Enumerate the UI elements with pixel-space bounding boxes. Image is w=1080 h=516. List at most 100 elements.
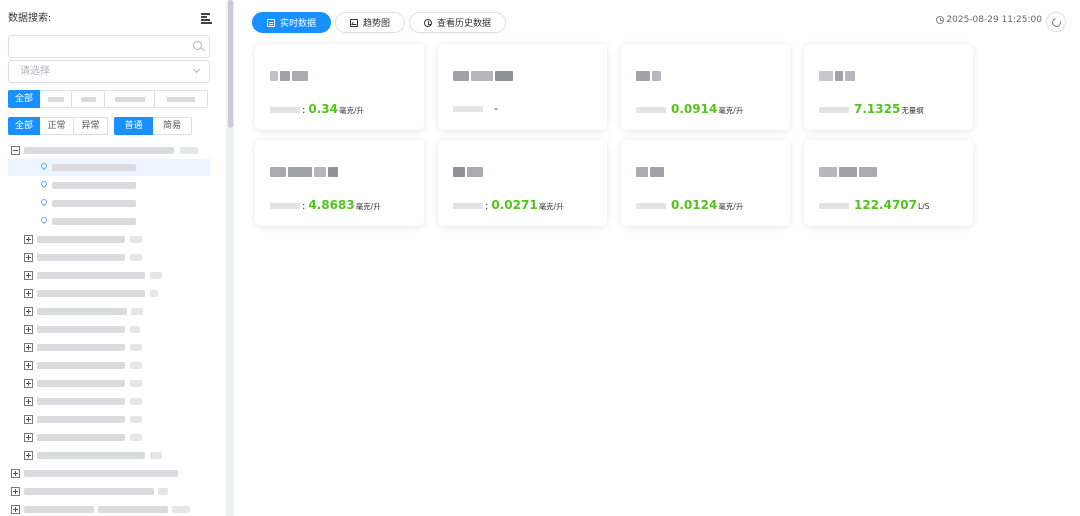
tree-node-label (130, 416, 142, 423)
view-mode-simple[interactable]: 简易 (153, 117, 192, 135)
expand-node-icon[interactable] (24, 307, 33, 316)
tree-node-label (37, 272, 145, 279)
metric-card[interactable]: - (438, 44, 607, 130)
tree-node[interactable] (0, 483, 222, 500)
expand-node-icon[interactable] (24, 235, 33, 244)
metric-value: 0.0124 (671, 198, 718, 212)
tree-leaf[interactable] (8, 159, 210, 176)
metric-card[interactable]: 0.0124 毫克/升 (621, 140, 790, 226)
metric-label (636, 203, 666, 209)
type-filter-option[interactable] (155, 90, 208, 108)
type-filter-option[interactable] (72, 90, 105, 108)
search-input[interactable] (8, 35, 210, 58)
status-filter-all[interactable]: 全部 (8, 117, 40, 135)
metric-value-row: : 0.0271 毫克/升 (453, 198, 564, 212)
tree-node-label (37, 308, 127, 315)
expand-node-icon[interactable] (24, 325, 33, 334)
metric-card[interactable]: 122.4707 L/S (804, 140, 973, 226)
tree-node-label (37, 290, 145, 297)
tree-node-label (24, 506, 94, 513)
expand-node-icon[interactable] (24, 397, 33, 406)
tree-node-label (150, 272, 162, 279)
metric-unit: 毫克/升 (718, 106, 744, 115)
tree-node[interactable] (0, 447, 222, 464)
tree-node[interactable] (0, 429, 222, 446)
metric-card[interactable]: 0.0914 毫克/升 (621, 44, 790, 130)
tree-node[interactable] (0, 393, 222, 410)
expand-node-icon[interactable] (11, 487, 20, 496)
clock-icon (936, 16, 945, 24)
tree-leaf[interactable] (8, 213, 210, 230)
metric-value: 0.0271 (491, 198, 538, 212)
tree-leaf[interactable] (8, 195, 210, 212)
expand-node-icon[interactable] (24, 343, 33, 352)
tree-node[interactable] (0, 142, 222, 159)
tree-node[interactable] (0, 267, 222, 284)
search-icon[interactable] (193, 41, 202, 50)
metric-title (819, 167, 879, 177)
metric-value-row: : 0.34 毫克/升 (270, 102, 364, 116)
clock-icon (424, 18, 433, 27)
timestamp-text: 2025-08-29 11:25:00 (946, 15, 1042, 25)
refresh-button[interactable] (1046, 12, 1066, 32)
tab-trend-chart[interactable]: 趋势图 (335, 12, 406, 33)
status-filter-abnormal[interactable]: 异常 (74, 117, 108, 135)
status-filter-normal[interactable]: 正常 (40, 117, 74, 135)
tree-leaf[interactable] (8, 177, 210, 194)
metric-colon: : (302, 201, 306, 212)
metric-unit: 毫克/升 (355, 202, 381, 211)
collapse-node-icon[interactable] (11, 146, 20, 155)
expand-node-icon[interactable] (24, 433, 33, 442)
expand-node-icon[interactable] (24, 379, 33, 388)
metric-value-row: 7.1325 无量纲 (819, 102, 924, 116)
tree-node[interactable] (0, 357, 222, 374)
tree-node-label (37, 326, 125, 333)
metric-unit: 无量纲 (901, 106, 924, 115)
tree-node[interactable] (0, 501, 222, 516)
type-filter-option[interactable] (105, 90, 155, 108)
collapse-menu-icon[interactable] (201, 13, 212, 24)
tree-node[interactable] (0, 303, 222, 320)
metric-title (270, 167, 340, 177)
main-panel: 实时数据 趋势图 查看历史数据 2025-08-29 11:25:00 : 0.… (240, 0, 1080, 516)
expand-node-icon[interactable] (11, 505, 20, 514)
location-pin-icon (39, 215, 49, 225)
tree-node-label (37, 236, 125, 243)
tree-leaf-label (52, 164, 136, 171)
metric-card[interactable]: : 0.0271 毫克/升 (438, 140, 607, 226)
expand-node-icon[interactable] (24, 415, 33, 424)
expand-node-icon[interactable] (24, 451, 33, 460)
tree-node[interactable] (0, 249, 222, 266)
tab-history-data[interactable]: 查看历史数据 (409, 12, 507, 33)
tree-node[interactable] (0, 375, 222, 392)
tree-node-label (130, 380, 142, 387)
blurred-label (167, 97, 195, 102)
tree-node[interactable] (0, 285, 222, 302)
type-filter-all[interactable]: 全部 (8, 90, 40, 108)
metric-card[interactable]: : 0.34 毫克/升 (255, 44, 424, 130)
tree-node-label (158, 488, 168, 495)
tree-node[interactable] (0, 411, 222, 428)
location-pin-icon (39, 179, 49, 189)
tree-node[interactable] (0, 339, 222, 356)
expand-node-icon[interactable] (24, 253, 33, 262)
metric-value-row: 0.0914 毫克/升 (636, 102, 743, 116)
tab-realtime-data[interactable]: 实时数据 (252, 12, 332, 33)
sidebar-scrollbar-thumb[interactable] (228, 0, 233, 128)
expand-node-icon[interactable] (24, 271, 33, 280)
metric-label (453, 106, 483, 112)
metric-card[interactable]: 7.1325 无量纲 (804, 44, 973, 130)
tree-node-label (37, 434, 125, 441)
tree-node-label (130, 398, 142, 405)
tree-node[interactable] (0, 231, 222, 248)
expand-node-icon[interactable] (24, 361, 33, 370)
metric-card[interactable]: : 4.8683 毫克/升 (255, 140, 424, 226)
tree-node[interactable] (0, 321, 222, 338)
expand-node-icon[interactable] (24, 289, 33, 298)
tree-node[interactable] (0, 465, 222, 482)
view-mode-normal[interactable]: 普通 (114, 117, 153, 135)
expand-node-icon[interactable] (11, 469, 20, 478)
category-select[interactable]: 请选择 (8, 60, 210, 83)
tree-node-label (37, 254, 125, 261)
type-filter-option[interactable] (40, 90, 72, 108)
